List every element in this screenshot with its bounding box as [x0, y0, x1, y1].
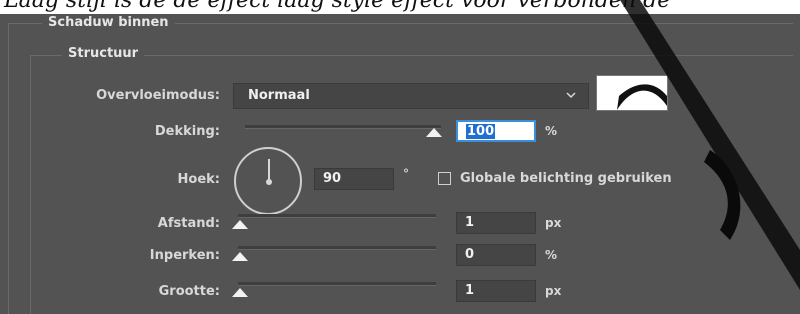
size-slider-track[interactable]: [238, 282, 436, 286]
global-light-checkbox[interactable]: [438, 172, 451, 185]
choke-label: Inperken:: [149, 248, 220, 263]
opacity-input[interactable]: 100: [456, 120, 536, 142]
opacity-slider-track[interactable]: [245, 125, 441, 129]
inner-group-title: Structuur: [62, 46, 145, 61]
blend-mode-dropdown[interactable]: Normaal: [233, 83, 589, 109]
background-document-strip: Laag stijl is de de effect laag style ef…: [0, 0, 800, 14]
opacity-slider-thumb[interactable]: [426, 128, 442, 137]
angle-label: Hoek:: [177, 172, 220, 187]
angle-dial-needle: [268, 159, 270, 181]
angle-dial-center: [266, 179, 272, 185]
size-label: Grootte:: [158, 284, 220, 299]
outer-group-title: Schaduw binnen: [42, 15, 175, 30]
global-light-label[interactable]: Globale belichting gebruiken: [460, 171, 672, 186]
angle-unit: °: [403, 167, 409, 181]
size-unit: px: [545, 284, 562, 298]
distance-unit: px: [545, 216, 562, 230]
distance-input[interactable]: 1: [456, 212, 536, 234]
shadow-color-swatch[interactable]: [596, 75, 668, 111]
blend-mode-label: Overvloeimodus:: [96, 88, 220, 103]
size-input[interactable]: 1: [456, 280, 536, 302]
distance-label: Afstand:: [157, 216, 220, 231]
header-text: Laag stijl is de de effect laag style ef…: [4, 0, 671, 13]
size-slider-thumb[interactable]: [232, 288, 248, 297]
chevron-down-icon: [566, 92, 576, 99]
choke-unit: %: [545, 248, 558, 262]
watermark-fragment: [617, 84, 667, 110]
angle-dial-icon[interactable]: [234, 147, 302, 215]
choke-slider-thumb[interactable]: [232, 252, 248, 261]
distance-slider-track[interactable]: [238, 214, 436, 218]
choke-input[interactable]: 0: [456, 244, 536, 266]
opacity-value: 100: [466, 124, 496, 139]
angle-input[interactable]: 90: [314, 168, 394, 190]
choke-slider-track[interactable]: [238, 246, 436, 250]
blend-mode-value: Normaal: [248, 88, 310, 103]
opacity-label: Dekking:: [154, 124, 220, 139]
distance-slider-thumb[interactable]: [232, 220, 248, 229]
opacity-unit: %: [545, 124, 558, 138]
